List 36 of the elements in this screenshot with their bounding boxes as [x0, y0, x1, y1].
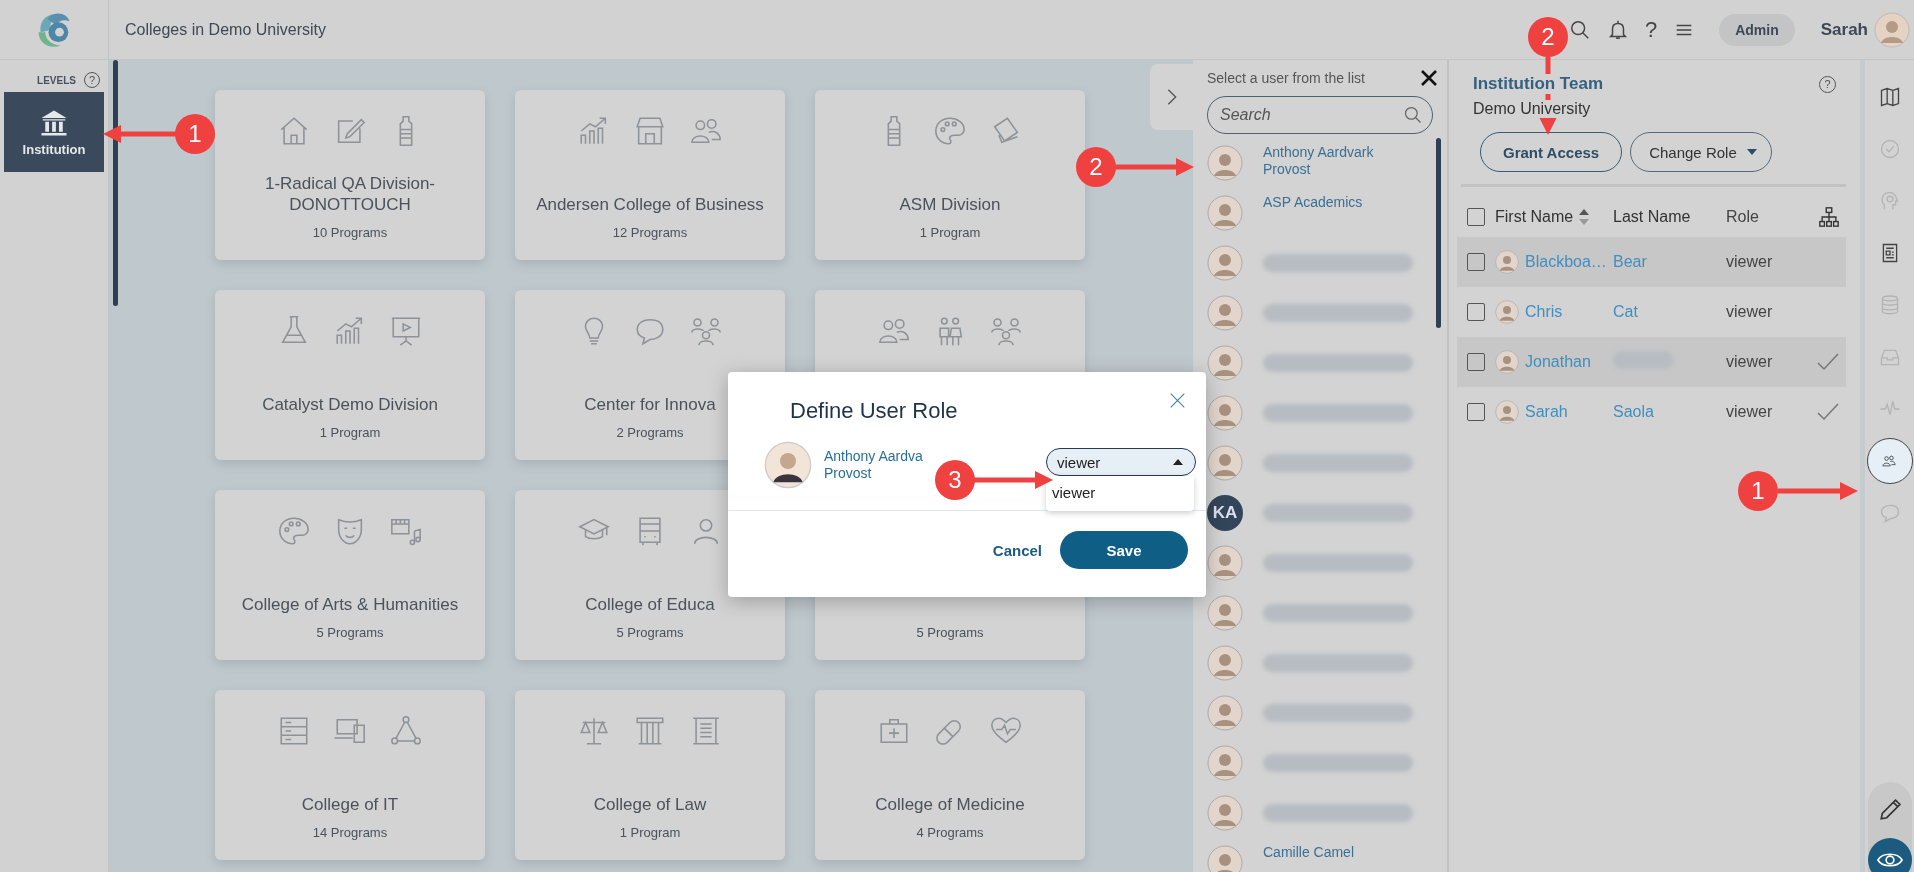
- callout-number: 2: [1528, 17, 1568, 57]
- program-count: 10 Programs: [312, 225, 388, 240]
- role-badge: Admin: [1719, 13, 1795, 46]
- college-name: 1-Radical QA Division-DONOTTOUCH: [263, 173, 437, 215]
- program-count: 2 Programs: [616, 425, 684, 440]
- college-name: Catalyst Demo Division: [261, 394, 439, 415]
- college-name: College of Law: [592, 794, 708, 815]
- role-cell-text: viewer: [1726, 403, 1774, 421]
- college-name: College of Educa: [584, 594, 716, 615]
- levels-label: LEVELS: [37, 74, 76, 86]
- program-count: 4 Programs: [916, 825, 984, 840]
- role-cell-text: viewer: [1726, 353, 1774, 371]
- role-cell-text: viewer: [1726, 303, 1774, 321]
- college-name: College of IT: [300, 794, 400, 815]
- program-count: 14 Programs: [312, 825, 388, 840]
- program-count: 5 Programs: [616, 625, 684, 640]
- team-subtitle: Demo University: [1473, 100, 1591, 118]
- team-title: Institution Team: [1473, 74, 1603, 94]
- user-title: Provost: [824, 465, 872, 482]
- college-name: Center for Innova: [583, 394, 717, 415]
- page-title: Colleges in Demo University: [125, 20, 326, 39]
- program-count: 5 Programs: [916, 625, 984, 640]
- program-count: 12 Programs: [612, 225, 688, 240]
- program-count: 1 Program: [619, 825, 681, 840]
- user-title: Provost: [1263, 161, 1311, 178]
- college-name: Andersen College of Business: [535, 194, 765, 215]
- initials-avatar: KA: [1207, 495, 1243, 531]
- user-list-heading: Select a user from the list: [1207, 70, 1365, 86]
- role-cell-text: viewer: [1726, 253, 1774, 271]
- dialog-title: Define User Role: [790, 398, 958, 424]
- program-count: 5 Programs: [316, 625, 384, 640]
- college-name: ASM Division: [898, 194, 1002, 215]
- college-name: College of Arts & Humanities: [240, 594, 460, 615]
- program-count: 1 Program: [319, 425, 381, 440]
- program-count: 1 Program: [919, 225, 981, 240]
- college-name: College of Medicine: [874, 794, 1026, 815]
